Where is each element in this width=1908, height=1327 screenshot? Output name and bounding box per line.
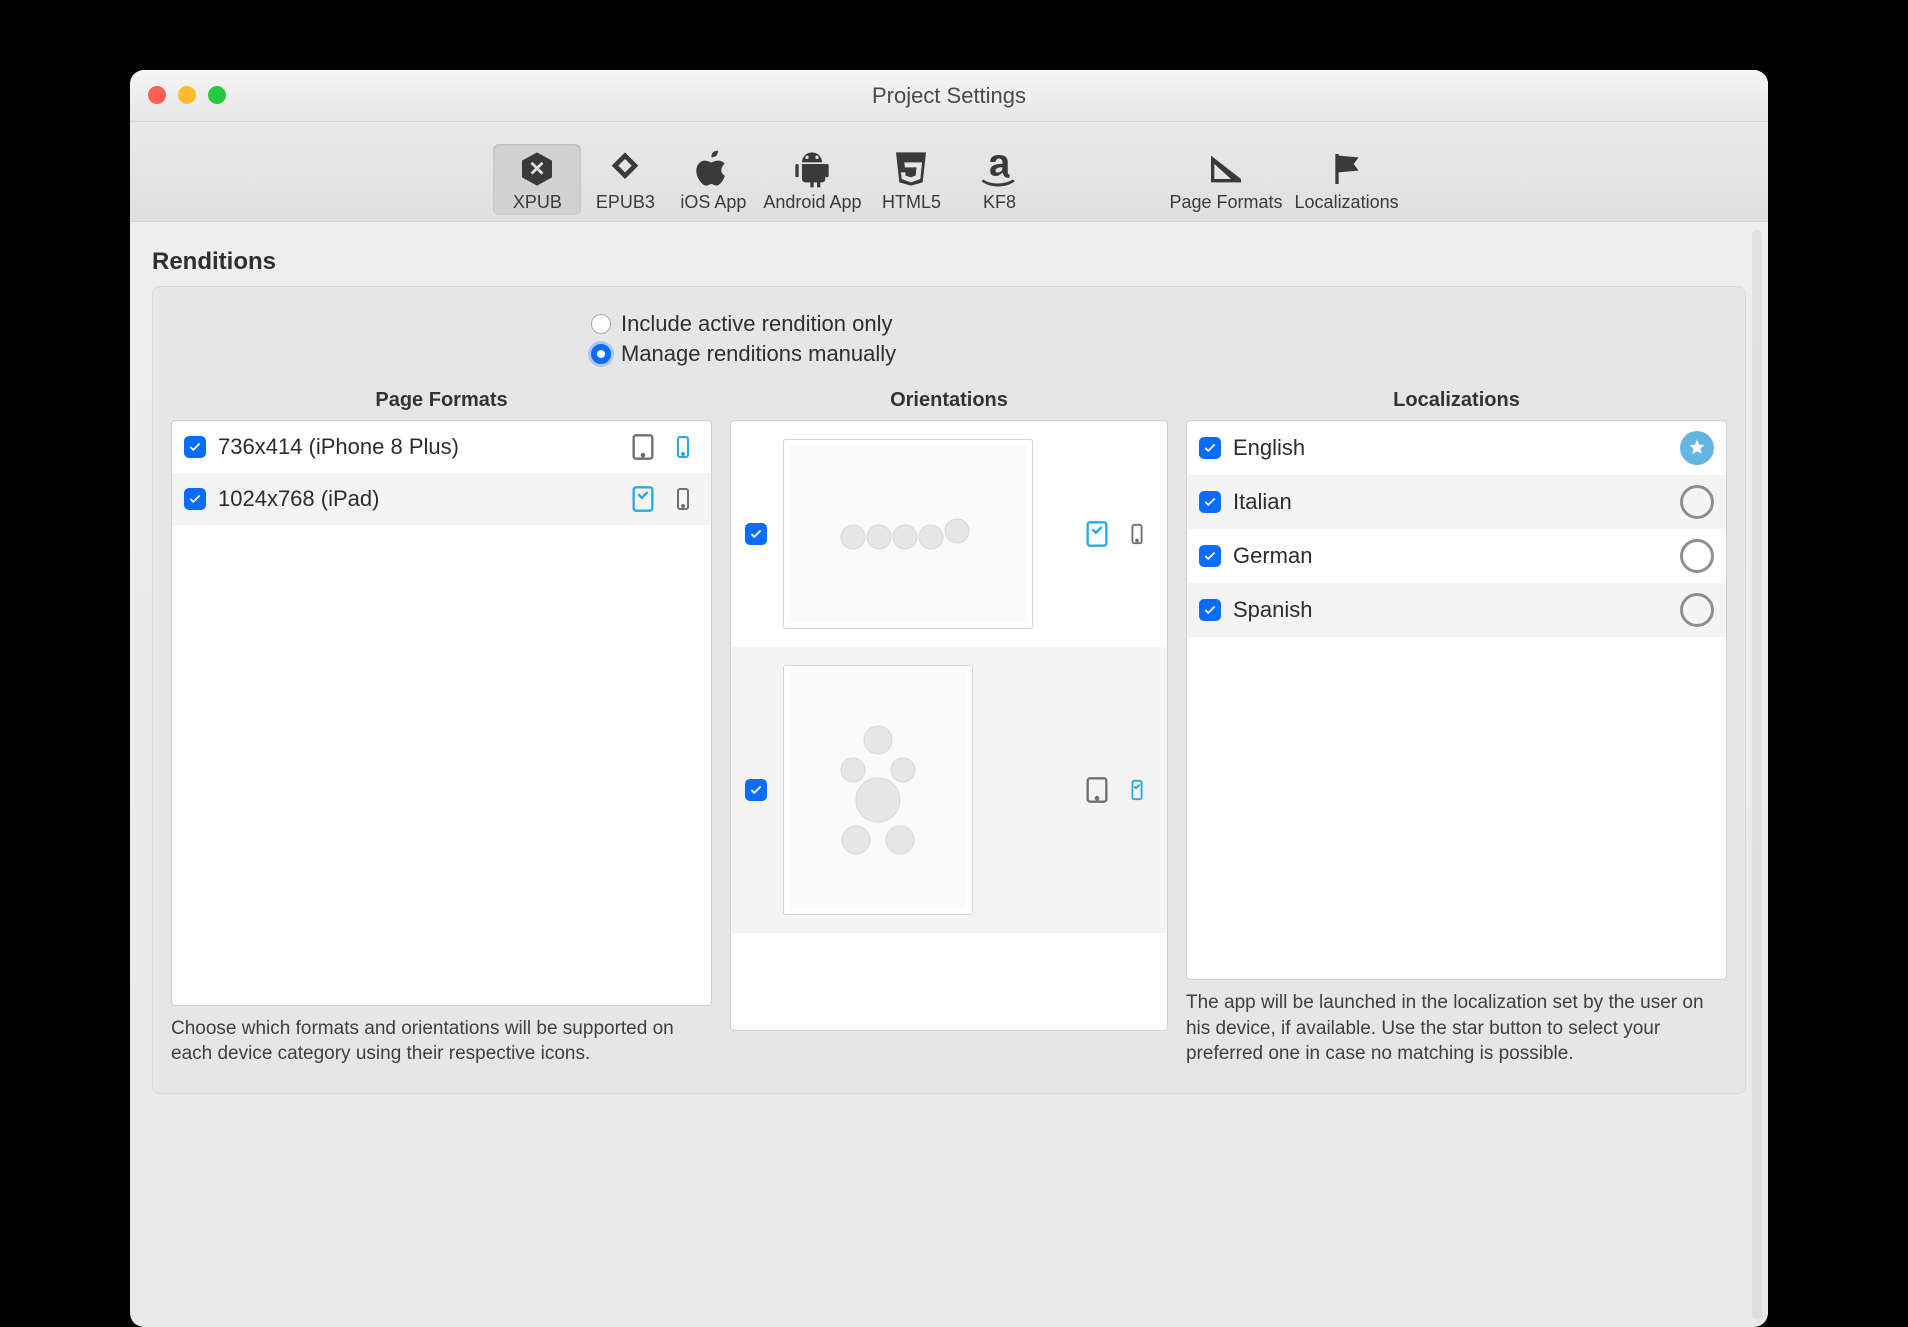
primary-star-button[interactable] [1680, 593, 1714, 627]
tablet-icon[interactable] [627, 431, 659, 463]
section-title: Renditions [152, 248, 1746, 276]
checkbox[interactable] [745, 523, 767, 545]
html5-icon [890, 148, 932, 190]
toolbar-right-group: Page Formats Localizations [1163, 144, 1404, 215]
checkbox[interactable] [1199, 545, 1221, 567]
renditions-panel: Include active rendition only Manage ren… [152, 286, 1746, 1094]
checkbox[interactable] [1199, 599, 1221, 621]
orientations-help-spacer [730, 1041, 1168, 1067]
orientations-list [730, 420, 1168, 1031]
titlebar: Project Settings [130, 70, 1768, 122]
rendition-mode-radios: Include active rendition only Manage ren… [591, 311, 1727, 367]
primary-star-button[interactable] [1680, 431, 1714, 465]
android-icon [791, 148, 833, 190]
toolbar-tab-ios[interactable]: iOS App [669, 144, 757, 215]
apple-icon [692, 148, 734, 190]
phone-icon[interactable] [1121, 774, 1153, 806]
localization-row[interactable]: Italian [1187, 475, 1726, 529]
orientations-header: Orientations [730, 389, 1168, 412]
toolbar-label: Localizations [1295, 192, 1399, 213]
radio-icon [591, 314, 611, 334]
primary-star-button[interactable] [1680, 485, 1714, 519]
radio-label: Include active rendition only [621, 311, 893, 337]
localizations-help: The app will be launched in the localiza… [1186, 990, 1727, 1067]
tablet-icon[interactable] [1081, 518, 1113, 550]
toolbar-tab-page-formats[interactable]: Page Formats [1163, 144, 1288, 215]
amazon-icon [978, 148, 1020, 190]
toolbar-tab-html5[interactable]: HTML5 [867, 144, 955, 215]
flag-icon [1326, 148, 1368, 190]
radio-include-active[interactable]: Include active rendition only [591, 311, 1727, 337]
toolbar-label: XPUB [513, 192, 562, 213]
portrait-thumb [783, 665, 973, 915]
epub-icon [604, 148, 646, 190]
toolbar-label: iOS App [680, 192, 746, 213]
page-formats-icon [1205, 148, 1247, 190]
svg-text:✕: ✕ [529, 159, 546, 181]
toolbar-label: EPUB3 [596, 192, 655, 213]
settings-window: Project Settings ✕ XPUB EPUB3 iOS App [130, 70, 1768, 1327]
checkbox[interactable] [184, 488, 206, 510]
toolbar-label: HTML5 [882, 192, 941, 213]
localization-label: Italian [1233, 489, 1292, 515]
tablet-icon[interactable] [1081, 774, 1113, 806]
page-formats-header: Page Formats [171, 389, 712, 412]
localization-label: German [1233, 543, 1312, 569]
checkbox[interactable] [184, 436, 206, 458]
localization-row[interactable]: German [1187, 529, 1726, 583]
toolbar: ✕ XPUB EPUB3 iOS App Android A [130, 122, 1768, 222]
radio-label: Manage renditions manually [621, 341, 896, 367]
toolbar-tab-xpub[interactable]: ✕ XPUB [493, 144, 581, 215]
toolbar-main-group: ✕ XPUB EPUB3 iOS App Android A [493, 144, 1043, 215]
orientation-row-landscape[interactable] [731, 421, 1167, 647]
page-format-label: 736x414 (iPhone 8 Plus) [218, 434, 459, 460]
localizations-header: Localizations [1186, 389, 1727, 412]
phone-icon[interactable] [1121, 518, 1153, 550]
toolbar-label: Android App [763, 192, 861, 213]
toolbar-label: KF8 [983, 192, 1016, 213]
localization-row[interactable]: Spanish [1187, 583, 1726, 637]
localization-label: Spanish [1233, 597, 1313, 623]
content-area: Renditions Include active rendition only… [130, 222, 1768, 1327]
close-window-button[interactable] [148, 86, 166, 104]
zoom-window-button[interactable] [208, 86, 226, 104]
phone-icon[interactable] [667, 431, 699, 463]
landscape-thumb [783, 439, 1033, 629]
page-format-row[interactable]: 736x414 (iPhone 8 Plus) [172, 421, 711, 473]
page-formats-list: 736x414 (iPhone 8 Plus) 1024x768 (iPad) [171, 420, 712, 1006]
toolbar-label: Page Formats [1169, 192, 1282, 213]
window-controls [148, 86, 226, 104]
toolbar-tab-android[interactable]: Android App [757, 144, 867, 215]
checkbox[interactable] [1199, 491, 1221, 513]
window-title: Project Settings [872, 83, 1026, 108]
scrollbar[interactable] [1752, 230, 1762, 1319]
radio-manage-manually[interactable]: Manage renditions manually [591, 341, 1727, 367]
phone-icon[interactable] [667, 483, 699, 515]
localization-row[interactable]: English [1187, 421, 1726, 475]
page-format-label: 1024x768 (iPad) [218, 486, 379, 512]
orientation-row-portrait[interactable] [731, 647, 1167, 933]
tablet-icon[interactable] [627, 483, 659, 515]
checkbox[interactable] [1199, 437, 1221, 459]
localizations-list: English Italian German [1186, 420, 1727, 980]
primary-star-button[interactable] [1680, 539, 1714, 573]
toolbar-tab-localizations[interactable]: Localizations [1289, 144, 1405, 215]
toolbar-tab-epub3[interactable]: EPUB3 [581, 144, 669, 215]
radio-icon [591, 344, 611, 364]
checkbox[interactable] [745, 779, 767, 801]
toolbar-tab-kf8[interactable]: KF8 [955, 144, 1043, 215]
xpub-icon: ✕ [516, 148, 558, 190]
localization-label: English [1233, 435, 1305, 461]
minimize-window-button[interactable] [178, 86, 196, 104]
page-formats-help: Choose which formats and orientations wi… [171, 1016, 712, 1067]
page-format-row[interactable]: 1024x768 (iPad) [172, 473, 711, 525]
